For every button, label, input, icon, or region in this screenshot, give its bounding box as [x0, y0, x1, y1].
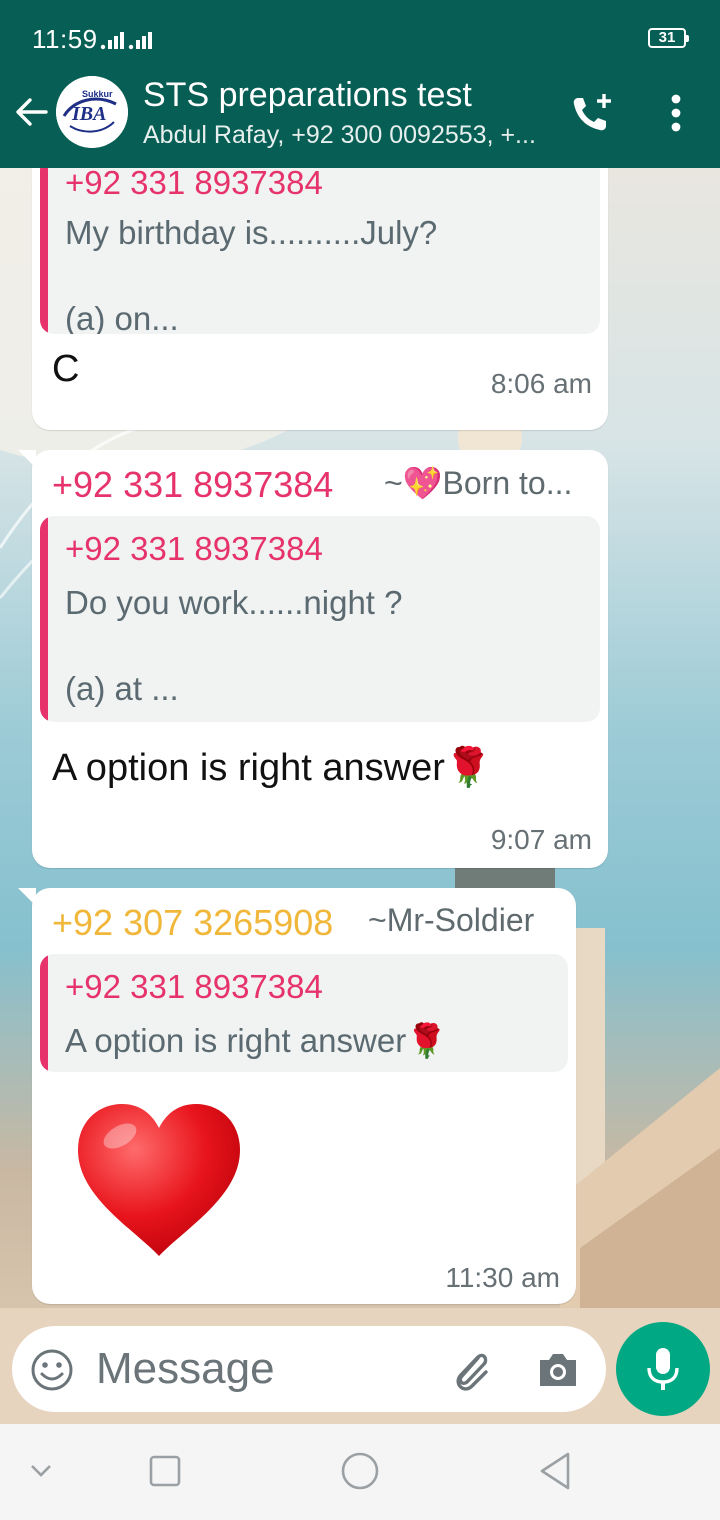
svg-text:IBA: IBA: [71, 103, 106, 125]
back-arrow-icon[interactable]: [12, 92, 52, 132]
quoted-message[interactable]: +92 331 8937384 My birthday is..........…: [40, 168, 600, 334]
quote-text-line1: A option is right answer🌹: [65, 1022, 448, 1059]
emoji-icon[interactable]: [30, 1348, 74, 1392]
more-vertical-icon[interactable]: [656, 92, 696, 136]
signal-icon-2: [128, 32, 152, 50]
chat-header: 11:59 31 Sukkur IBA STS preparations tes…: [0, 0, 720, 168]
quote-text-line2: (a) at ...: [65, 670, 179, 707]
message-bubble[interactable]: +92 331 8937384 My birthday is..........…: [32, 168, 608, 430]
status-time: 11:59: [32, 24, 98, 54]
message-bubble[interactable]: +92 307 3265908 ~Mr-Soldier +92 331 8937…: [18, 888, 576, 1304]
message-time: 8:06 am: [490, 368, 592, 399]
home-icon[interactable]: [340, 1450, 380, 1494]
heart-emoji-icon: [78, 1104, 240, 1256]
mic-icon: [647, 1348, 679, 1390]
system-navigation-bar: [0, 1424, 720, 1520]
camera-icon[interactable]: [534, 1346, 582, 1394]
quote-bar: [40, 954, 48, 1072]
message-input[interactable]: [96, 1340, 426, 1398]
paperclip-icon[interactable]: [448, 1346, 496, 1394]
quote-author: +92 331 8937384: [65, 168, 323, 201]
chevron-down-icon[interactable]: [28, 1450, 54, 1494]
quote-author: +92 331 8937384: [65, 968, 323, 1005]
participants-list[interactable]: Abdul Rafay, +92 300 0092553, +...: [143, 121, 563, 150]
mic-button[interactable]: [616, 1322, 710, 1416]
signal-icon: [100, 32, 124, 50]
message-text: C: [52, 348, 80, 390]
message-composer: [12, 1326, 606, 1412]
quoted-message[interactable]: +92 331 8937384 Do you work......night ?…: [40, 516, 600, 722]
quote-text-line2: (a) on...: [65, 300, 179, 334]
recent-apps-icon[interactable]: [148, 1450, 182, 1494]
battery-icon: 31: [648, 28, 689, 48]
chat-area[interactable]: +92 331 8937384 My birthday is..........…: [0, 168, 720, 1424]
quote-bar: [40, 168, 48, 334]
sender-phone[interactable]: +92 307 3265908: [52, 902, 333, 944]
iba-logo: Sukkur IBA: [56, 76, 128, 148]
svg-text:Sukkur: Sukkur: [82, 89, 113, 99]
message-time: 9:07 am: [490, 824, 592, 855]
group-name[interactable]: STS preparations test: [143, 76, 472, 115]
sender-push-name: ~💖Born to...: [384, 465, 573, 501]
quote-bar: [40, 516, 48, 722]
sender-push-name: ~Mr-Soldier: [368, 902, 535, 938]
message-text: A option is right answer🌹: [52, 747, 493, 789]
message-time: 11:30 am: [445, 1262, 560, 1293]
quote-text-line1: My birthday is..........July?: [65, 214, 438, 251]
message-bubble[interactable]: +92 331 8937384 ~💖Born to... +92 331 893…: [18, 450, 608, 868]
add-call-icon[interactable]: [568, 92, 616, 136]
quote-author: +92 331 8937384: [65, 530, 323, 567]
quote-text-line1: Do you work......night ?: [65, 584, 403, 621]
sender-phone[interactable]: +92 331 8937384: [52, 464, 333, 506]
back-nav-icon[interactable]: [536, 1450, 576, 1494]
quoted-message[interactable]: +92 331 8937384 A option is right answer…: [40, 954, 568, 1072]
group-avatar[interactable]: Sukkur IBA: [56, 76, 128, 148]
